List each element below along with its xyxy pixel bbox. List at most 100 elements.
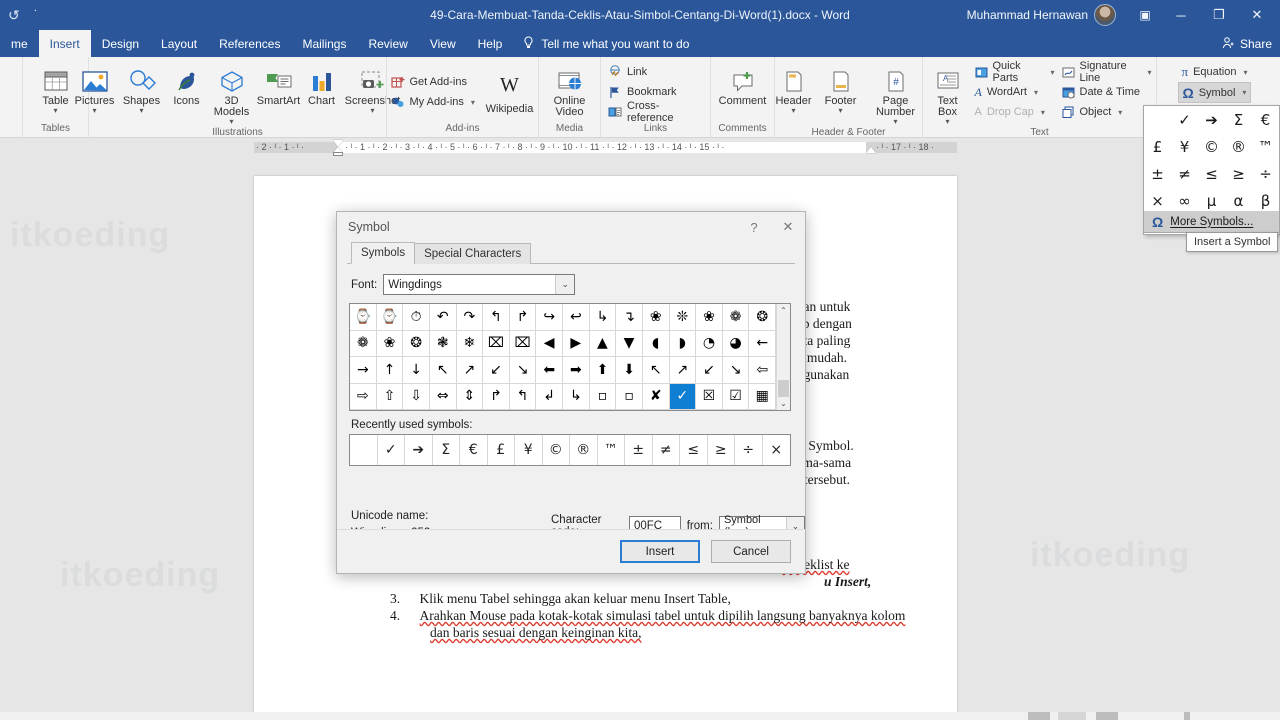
symbol-cell[interactable]: ⬆	[589, 357, 617, 384]
symbol-gallery-cell[interactable]: μ	[1198, 187, 1225, 214]
symbol-gallery-cell[interactable]: ÷	[1252, 160, 1279, 187]
recent-symbol-cell[interactable]: ¥	[515, 435, 543, 465]
symbol-cell[interactable]: ❁	[350, 330, 377, 357]
cross-reference-button[interactable]: Cross-reference	[605, 100, 706, 124]
symbol-cell[interactable]: ⬅	[536, 357, 563, 384]
symbol-cell[interactable]: ←	[749, 330, 776, 357]
recent-symbol-cell[interactable]: ✓	[378, 435, 405, 465]
chevron-down-icon[interactable]: ▾	[92, 107, 96, 115]
chart-button[interactable]: Chart	[303, 60, 341, 107]
symbol-cell[interactable]: ↖	[429, 357, 457, 384]
symbol-cell[interactable]: ❀	[642, 304, 670, 331]
symbol-cell[interactable]: ↙	[483, 357, 510, 384]
symbol-cell[interactable]: ↶	[429, 304, 457, 331]
symbol-cell[interactable]: ◔	[696, 330, 723, 357]
share-button[interactable]: Share	[1222, 30, 1272, 57]
symbol-cell[interactable]: ◗	[669, 330, 697, 357]
first-line-indent-marker[interactable]	[333, 140, 343, 147]
symbol-cell[interactable]: ↲	[536, 383, 563, 410]
symbol-cell[interactable]: ◀	[536, 330, 563, 357]
wikipedia-button[interactable]: W Wikipedia	[482, 68, 538, 115]
tell-me-search[interactable]: Tell me what you want to do	[513, 30, 699, 57]
chevron-down-icon[interactable]: ▾	[1242, 88, 1246, 97]
symbol-dialog[interactable]: Symbol ? ✕ Symbols Special Characters Fo…	[336, 211, 806, 574]
symbol-cell[interactable]: ⇕	[456, 383, 484, 410]
recent-symbol-cell[interactable]: ÷	[735, 435, 763, 465]
scroll-down-icon[interactable]: ⌄	[777, 397, 790, 410]
symbol-gallery-cell[interactable]: Σ	[1225, 106, 1252, 133]
chevron-down-icon[interactable]: ▾	[1050, 68, 1054, 77]
symbol-cell[interactable]: ❃	[429, 330, 457, 357]
zoom-slider-handle[interactable]	[1184, 712, 1190, 720]
symbol-gallery-cell[interactable]: ∞	[1171, 187, 1198, 214]
chevron-down-icon[interactable]: ▾	[1034, 88, 1038, 97]
symbol-cell[interactable]: ⇦	[749, 357, 776, 384]
tab-view[interactable]: View	[419, 30, 467, 57]
comment-button[interactable]: Comment	[712, 60, 774, 107]
symbol-gallery-cell[interactable]: ×	[1144, 187, 1171, 214]
recent-symbol-cell[interactable]: ©	[543, 435, 570, 465]
object-button[interactable]: Object ▾	[1059, 102, 1155, 122]
symbol-cell[interactable]: ❊	[669, 304, 697, 331]
symbol-cell[interactable]: ⌧	[483, 330, 510, 357]
chevron-down-icon[interactable]: ▾	[945, 118, 949, 126]
symbol-cell[interactable]: ↳	[563, 383, 590, 410]
recent-symbol-cell[interactable]: ±	[625, 435, 653, 465]
footer-button[interactable]: Footer ▾	[818, 60, 864, 115]
scrollbar-thumb[interactable]	[778, 380, 789, 397]
ribbon-display-options-icon[interactable]: ▣	[1128, 0, 1162, 30]
symbol-cell[interactable]: ◖	[642, 330, 670, 357]
symbol-gallery-cell[interactable]: α	[1225, 187, 1252, 214]
symbol-cell[interactable]: ❂	[403, 330, 430, 357]
text-box-button[interactable]: A Text Box ▾	[925, 60, 971, 126]
recently-used-grid[interactable]: ✓ ➔ Σ € £ ¥ © ® ™ ± ≠ ≤ ≥ ÷ ×	[349, 434, 791, 466]
symbol-cell[interactable]: ↳	[589, 304, 617, 331]
symbol-cell[interactable]: ↖	[642, 357, 670, 384]
page-number-button[interactable]: # Page Number ▾	[865, 60, 927, 126]
ruler[interactable]: · 2 · ᴵ · 1 · ᴵ · · ᴵ · 1 · ᴵ · 2 · ᴵ · …	[0, 138, 1280, 156]
tab-symbols[interactable]: Symbols	[351, 242, 416, 264]
recent-symbol-cell[interactable]: €	[460, 435, 488, 465]
symbol-gallery-cell[interactable]: ➔	[1198, 106, 1225, 133]
chevron-down-icon[interactable]: ▾	[1244, 68, 1248, 77]
symbol-gallery-cell[interactable]: ¥	[1171, 133, 1198, 160]
tab-help[interactable]: Help	[467, 30, 514, 57]
chevron-down-icon[interactable]: ▾	[791, 107, 795, 115]
smartart-button[interactable]: SmartArt	[256, 60, 302, 107]
3d-models-button[interactable]: 3D Models ▾	[209, 60, 255, 126]
symbol-cell[interactable]: ↱	[509, 304, 537, 331]
symbol-cell[interactable]: ⇧	[376, 383, 404, 410]
link-button[interactable]: Link	[605, 62, 706, 82]
recent-symbol-cell[interactable]: ™	[598, 435, 625, 465]
symbol-gallery-cell[interactable]: ≠	[1171, 160, 1198, 187]
symbol-cell[interactable]: ↑	[376, 357, 404, 384]
tab-mailings[interactable]: Mailings	[291, 30, 357, 57]
online-video-button[interactable]: Online Video	[543, 60, 597, 118]
symbol-cell[interactable]: ▫	[616, 383, 643, 410]
symbol-button[interactable]: Ω Symbol ▾	[1178, 82, 1251, 103]
symbol-cell[interactable]: ⌚	[376, 304, 404, 331]
symbol-cell[interactable]: ↘	[722, 357, 750, 384]
chevron-down-icon[interactable]: ▾	[893, 118, 897, 126]
symbol-cell[interactable]: ❁	[722, 304, 750, 331]
tab-insert[interactable]: Insert	[38, 30, 91, 57]
recent-symbol-cell[interactable]: £	[488, 435, 515, 465]
tab-layout[interactable]: Layout	[150, 30, 208, 57]
recent-symbol-cell[interactable]: ≥	[708, 435, 735, 465]
symbol-grid[interactable]: ⌚ ⌚ ⏱ ↶ ↷ ↰ ↱ ↪ ↩ ↳ ↴ ❀ ❊ ❀ ❁ ❂ ❁ ❀ ❂ ❃ ❄ ⌧ ⌧ ◀ ▶ ▲ ▼ ◖ ◗ ◔ ◕ ← → ↑ ↓ ↖ ↗ ↙ ↘ ⬅…	[350, 304, 776, 410]
view-web-layout-button[interactable]	[1096, 712, 1118, 720]
symbol-gallery-cell[interactable]: β	[1252, 187, 1279, 214]
wordart-button[interactable]: A WordArt ▾	[972, 82, 1058, 102]
symbol-cell[interactable]: ✘	[642, 383, 670, 410]
tab-references[interactable]: References	[208, 30, 291, 57]
tab-review[interactable]: Review	[357, 30, 418, 57]
symbol-cell[interactable]: ☒	[696, 383, 723, 410]
chevron-down-icon[interactable]: ▾	[53, 107, 57, 115]
font-combobox[interactable]: Wingdings ⌄	[383, 274, 576, 295]
symbol-cell[interactable]: ↗	[669, 357, 697, 384]
symbol-cell[interactable]: ↰	[509, 383, 537, 410]
symbol-cell[interactable]: ▦	[749, 383, 776, 410]
symbol-cell[interactable]: ▼	[616, 330, 643, 357]
symbol-cell[interactable]: ⌚	[350, 304, 377, 331]
symbol-cell[interactable]: ⬇	[616, 357, 643, 384]
